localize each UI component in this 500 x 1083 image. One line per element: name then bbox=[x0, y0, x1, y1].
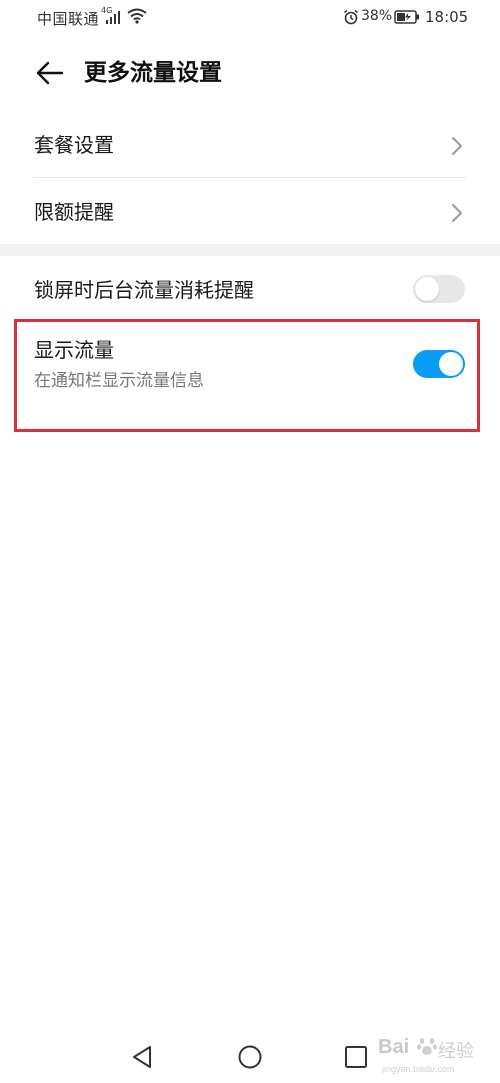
show-traffic-toggle[interactable] bbox=[413, 350, 465, 378]
watermark-cn: 经验 bbox=[438, 1041, 474, 1062]
watermark-url: jingyan.baidu.com bbox=[382, 1064, 455, 1074]
clock: 18:05 bbox=[425, 8, 469, 26]
battery-percentage: 38% bbox=[361, 8, 393, 24]
plan-settings-label: 套餐设置 bbox=[34, 133, 114, 157]
battery-charging-icon bbox=[394, 10, 419, 24]
nav-back-icon[interactable] bbox=[128, 1042, 158, 1072]
toggle-knob bbox=[415, 277, 439, 301]
show-traffic-row: 显示流量 在通知栏显示流量信息 bbox=[0, 322, 500, 432]
alarm-icon bbox=[344, 9, 358, 25]
show-traffic-description: 在通知栏显示流量信息 bbox=[34, 371, 204, 391]
nav-home-icon[interactable] bbox=[235, 1042, 265, 1072]
show-traffic-label: 显示流量 bbox=[34, 338, 114, 362]
lockscreen-reminder-row: 锁屏时后台流量消耗提醒 bbox=[0, 256, 500, 320]
section-divider bbox=[0, 244, 500, 256]
signal-icon bbox=[106, 11, 120, 24]
nav-recents-icon[interactable] bbox=[341, 1042, 371, 1072]
lockscreen-reminder-label: 锁屏时后台流量消耗提醒 bbox=[34, 278, 254, 302]
limit-reminder-label: 限额提醒 bbox=[34, 200, 114, 224]
toggle-knob bbox=[439, 352, 463, 376]
status-bar: 中国联通 4G 38% 18:05 bbox=[0, 0, 500, 36]
arrow-left-icon[interactable] bbox=[34, 58, 66, 88]
page-title: 更多流量设置 bbox=[84, 60, 222, 86]
paw-icon bbox=[417, 1038, 437, 1055]
carrier-name: 中国联通 bbox=[37, 10, 100, 28]
wifi-icon bbox=[127, 8, 147, 24]
watermark-brand: Bai bbox=[378, 1036, 410, 1058]
chevron-right-icon bbox=[452, 137, 462, 155]
lockscreen-reminder-toggle[interactable] bbox=[413, 275, 465, 303]
baidu-jingyan-watermark: Bai 经验 jingyan.baidu.com bbox=[378, 1030, 498, 1080]
divider bbox=[34, 177, 466, 178]
plan-settings-row[interactable]: 套餐设置 bbox=[0, 115, 500, 177]
limit-reminder-row[interactable]: 限额提醒 bbox=[0, 180, 500, 242]
chevron-right-icon bbox=[452, 204, 462, 222]
